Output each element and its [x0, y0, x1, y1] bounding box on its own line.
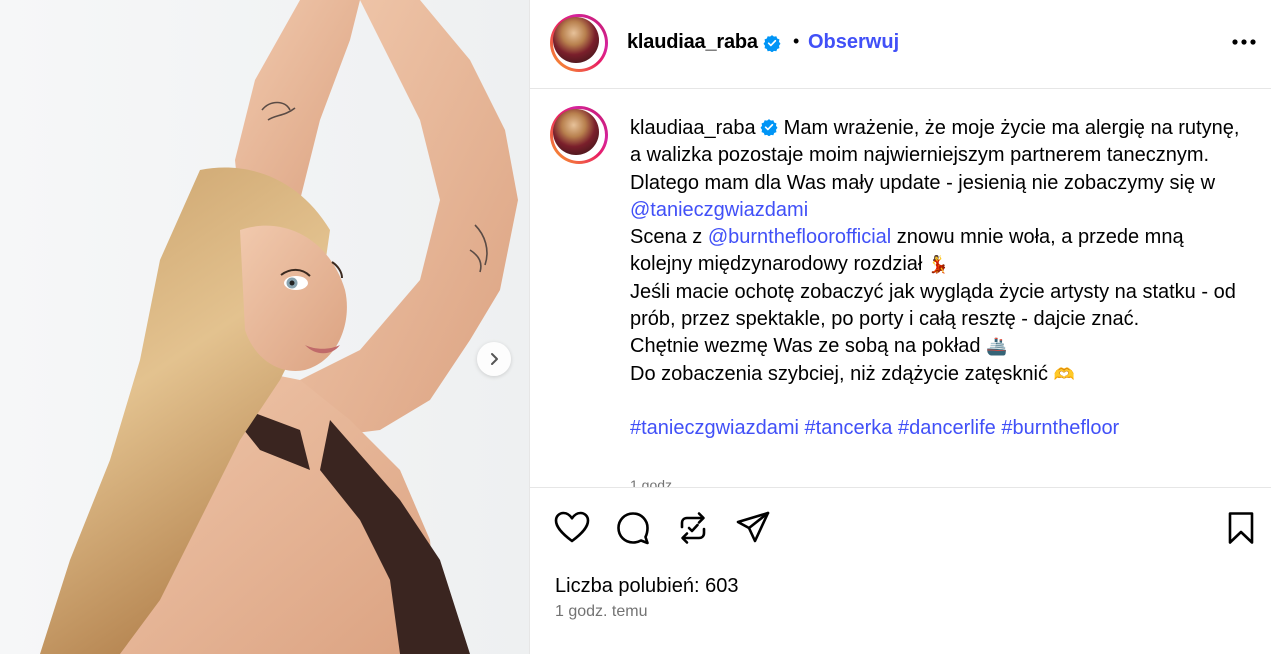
- bookmark-icon[interactable]: [1223, 510, 1259, 546]
- mention-link[interactable]: @burnthefloorofficial: [708, 226, 891, 248]
- carousel-next-button[interactable]: [477, 342, 511, 376]
- header-avatar[interactable]: [550, 14, 608, 72]
- caption-text: Jeśli macie ochotę zobaczyć jak wygląda …: [630, 280, 1236, 331]
- ship-emoji: 🚢: [986, 337, 1008, 357]
- avatar: [553, 17, 599, 63]
- dancer-emoji: 💃: [927, 255, 950, 275]
- chevron-right-icon: [491, 353, 498, 365]
- heart-icon[interactable]: [554, 510, 590, 546]
- likes-count[interactable]: Liczba polubień: 603: [555, 575, 738, 598]
- more-options-icon[interactable]: [1231, 36, 1257, 48]
- post-header: klaudiaa_raba • Obserwuj: [530, 0, 1271, 89]
- caption-area: klaudiaa_raba Mam wrażenie, że moje życi…: [530, 89, 1271, 487]
- hashtag-link[interactable]: #tanieczgwiazdami: [630, 417, 799, 439]
- caption-timestamp: 1 godz.: [630, 477, 676, 487]
- verified-badge-icon: [763, 34, 781, 52]
- comment-icon[interactable]: [615, 510, 651, 546]
- caption-text: Chętnie wezmę Was ze sobą na pokład: [630, 335, 981, 358]
- caption-text: Dlatego mam dla Was mały update - jesien…: [630, 171, 1216, 194]
- verified-badge-icon: [760, 119, 778, 136]
- share-icon[interactable]: [735, 510, 771, 546]
- caption-text: Do zobaczenia szybciej, niż zdążycie zat…: [630, 362, 1048, 385]
- caption-text: Scena z: [630, 226, 703, 249]
- mention-link[interactable]: @tanieczgwiazdami: [630, 199, 808, 221]
- follow-button[interactable]: Obserwuj: [808, 31, 899, 54]
- post-timestamp: 1 godz. temu: [555, 603, 648, 620]
- separator-dot: •: [793, 31, 800, 51]
- post-caption: klaudiaa_raba Mam wrażenie, że moje życi…: [630, 115, 1240, 443]
- repost-icon[interactable]: [675, 510, 711, 546]
- caption-avatar[interactable]: [550, 106, 608, 164]
- hashtag-link[interactable]: #burnthefloor: [1001, 417, 1119, 439]
- post-panel: klaudiaa_raba • Obserwuj klaudiaa_raba M…: [529, 0, 1271, 654]
- header-username[interactable]: klaudiaa_raba: [627, 31, 781, 54]
- caption-username[interactable]: klaudiaa_raba: [630, 117, 756, 139]
- username-text[interactable]: klaudiaa_raba: [627, 31, 758, 53]
- hashtag-link[interactable]: #tancerka: [805, 417, 893, 439]
- post-image: [0, 0, 529, 654]
- heart-hands-emoji: 🫶: [1053, 364, 1075, 384]
- action-bar: Liczba polubień: 603 1 godz. temu: [530, 487, 1271, 648]
- hashtag-link[interactable]: #dancerlife: [898, 417, 996, 439]
- post-photo[interactable]: [0, 0, 529, 654]
- avatar: [553, 109, 599, 155]
